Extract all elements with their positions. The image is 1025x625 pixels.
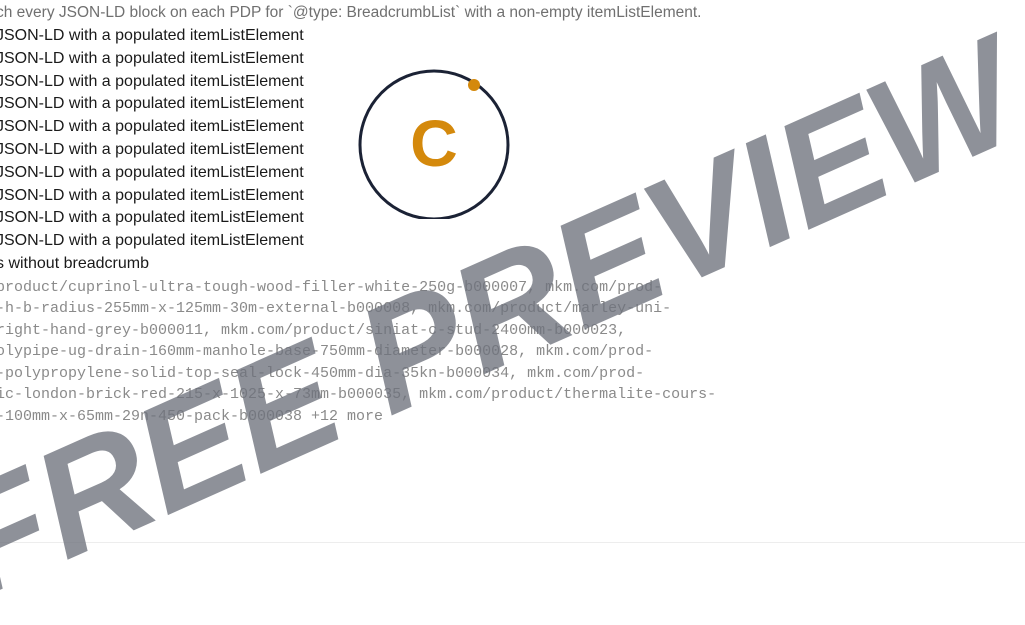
section-divider: [0, 542, 1025, 543]
result-item: JSON-LD with a populated itemListElement: [0, 140, 304, 158]
result-item: JSON-LD with a populated itemListElement: [0, 232, 304, 250]
url-line: right-hand-grey-b000011, mkm.com/product…: [0, 321, 627, 339]
url-line: ic-london-brick-red-215-x-1025-x-73mm-b0…: [0, 386, 717, 404]
url-line: -100mm-x-65mm-29n-450-pack-b000038 +12 m…: [0, 407, 384, 425]
result-item: JSON-LD with a populated itemListElement: [0, 118, 304, 136]
url-line: -polypropylene-solid-top-seal-lock-450mm…: [0, 364, 645, 382]
missing-breadcrumb-summary: s without breadcrumb: [0, 254, 149, 272]
logo-accent-dot: [468, 79, 480, 91]
url-line: -h-b-radius-255mm-x-125mm-30m-external-b…: [0, 300, 672, 318]
report-page: ch every JSON-LD block on each PDP for `…: [0, 0, 1025, 625]
result-list: JSON-LD with a populated itemListElement…: [0, 25, 1025, 253]
brand-logo-icon: C: [358, 69, 510, 219]
result-item: JSON-LD with a populated itemListElement: [0, 186, 304, 204]
logo-letter: C: [410, 106, 458, 180]
url-line: olypipe-ug-drain-160mm-manhole-base-750m…: [0, 343, 654, 361]
result-item: JSON-LD with a populated itemListElement: [0, 27, 304, 44]
result-item: JSON-LD with a populated itemListElement: [0, 72, 304, 90]
url-list: product/cuprinol-ultra-tough-wood-filler…: [0, 277, 1025, 428]
url-line: product/cuprinol-ultra-tough-wood-filler…: [0, 278, 663, 296]
result-item: JSON-LD with a populated itemListElement: [0, 209, 304, 227]
result-item: JSON-LD with a populated itemListElement: [0, 95, 304, 113]
report-content: ch every JSON-LD block on each PDP for `…: [0, 0, 1025, 427]
result-item: JSON-LD with a populated itemListElement: [0, 163, 304, 181]
result-item: JSON-LD with a populated itemListElement: [0, 49, 304, 67]
check-description: ch every JSON-LD block on each PDP for `…: [0, 4, 702, 21]
